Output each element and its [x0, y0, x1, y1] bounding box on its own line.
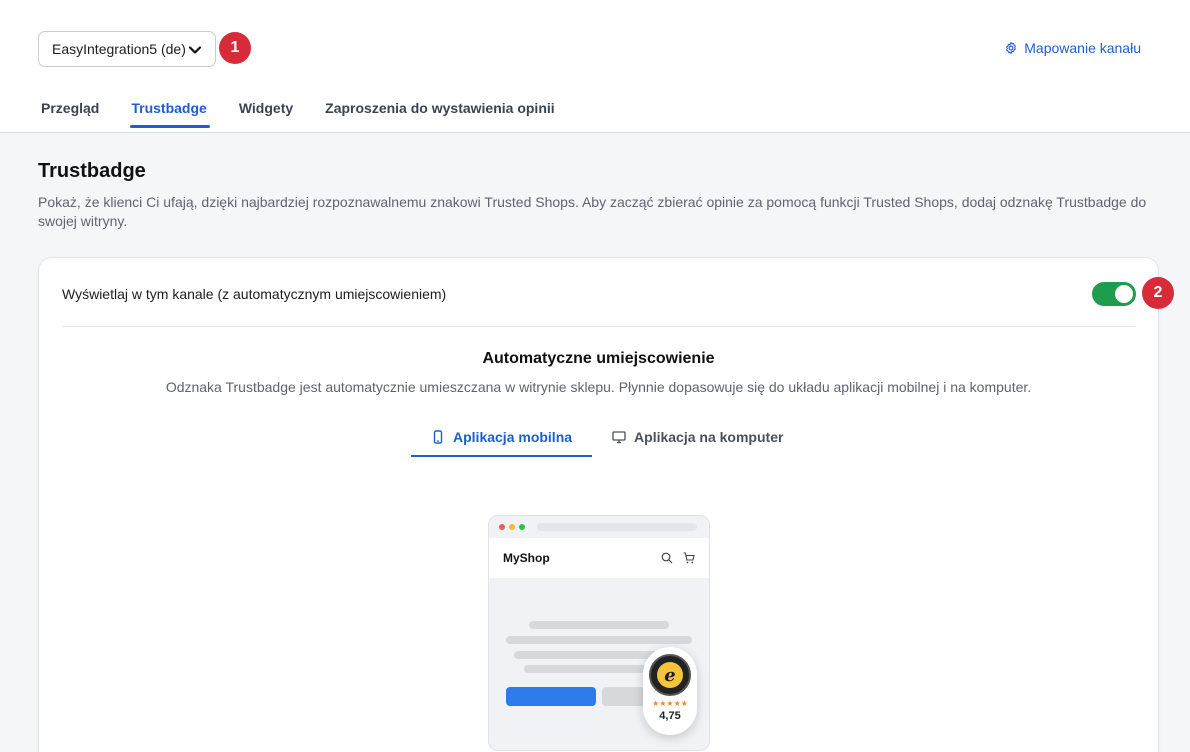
cart-icon [683, 552, 695, 564]
toggle-knob [1115, 285, 1133, 303]
display-toggle[interactable] [1092, 282, 1136, 306]
shop-header: MyShop [489, 538, 709, 578]
smartphone-icon [433, 430, 443, 444]
shop-icons [661, 552, 695, 564]
device-subtabs: Aplikacja mobilna Aplikacja na komputer [411, 426, 803, 457]
browser-bar [489, 516, 709, 538]
tab-review-invites[interactable]: Zaproszenia do wystawienia opinii [325, 100, 555, 127]
subtab-desktop[interactable]: Aplikacja na komputer [592, 426, 803, 457]
window-dot-green [519, 524, 525, 530]
step-badge-2: 2 [1142, 277, 1174, 309]
tab-overview[interactable]: Przegląd [41, 100, 99, 127]
subtab-mobile-label: Aplikacja mobilna [453, 429, 573, 445]
channel-mapping-link[interactable]: Mapowanie kanału [1004, 40, 1141, 56]
placeholder-primary-button [506, 687, 596, 706]
tab-trustbadge[interactable]: Trustbadge [130, 100, 211, 128]
channel-select[interactable]: EasyIntegration5 (de) [38, 31, 216, 67]
window-dot-red [499, 524, 505, 530]
trusted-shops-logo: e [649, 654, 691, 696]
channel-select-value: EasyIntegration5 (de) [52, 41, 186, 57]
section-title: Automatyczne umiejscowienie [482, 350, 715, 367]
window-dot-yellow [509, 524, 515, 530]
divider [62, 326, 1135, 327]
top-bar: EasyIntegration5 (de) 1 Mapowanie kanału… [0, 0, 1190, 133]
placeholder-line [529, 621, 669, 629]
placeholder-line [506, 636, 692, 644]
seal-e-icon: e [657, 662, 683, 688]
shop-name: MyShop [503, 551, 550, 565]
page-title: Trustbadge [38, 160, 146, 182]
rating-value: 4,75 [659, 710, 681, 722]
chevron-down-icon [188, 46, 202, 54]
subtab-desktop-label: Aplikacja na komputer [634, 429, 784, 445]
gear-icon [1006, 41, 1017, 55]
monitor-icon [612, 431, 626, 444]
trustbadge-card: Wyświetlaj w tym kanale (z automatycznym… [38, 257, 1159, 752]
subtab-mobile[interactable]: Aplikacja mobilna [411, 426, 593, 457]
url-bar [537, 523, 697, 531]
page-description: Pokaż, że klienci Ci ufają, dzięki najba… [38, 194, 1147, 229]
rating-stars: ★★★★★ [652, 699, 688, 708]
search-icon [661, 552, 673, 564]
display-toggle-label: Wyświetlaj w tym kanale (z automatycznym… [62, 286, 447, 302]
step-badge-1: 1 [219, 32, 251, 64]
main-tabs: Przegląd Trustbadge Widgety Zaproszenia … [41, 100, 555, 128]
channel-mapping-label: Mapowanie kanału [1024, 40, 1141, 56]
section-description: Odznaka Trustbadge jest automatycznie um… [165, 379, 1032, 395]
tab-widgets[interactable]: Widgety [239, 100, 293, 127]
trustbadge-seal: e ★★★★★ 4,75 [643, 647, 697, 735]
